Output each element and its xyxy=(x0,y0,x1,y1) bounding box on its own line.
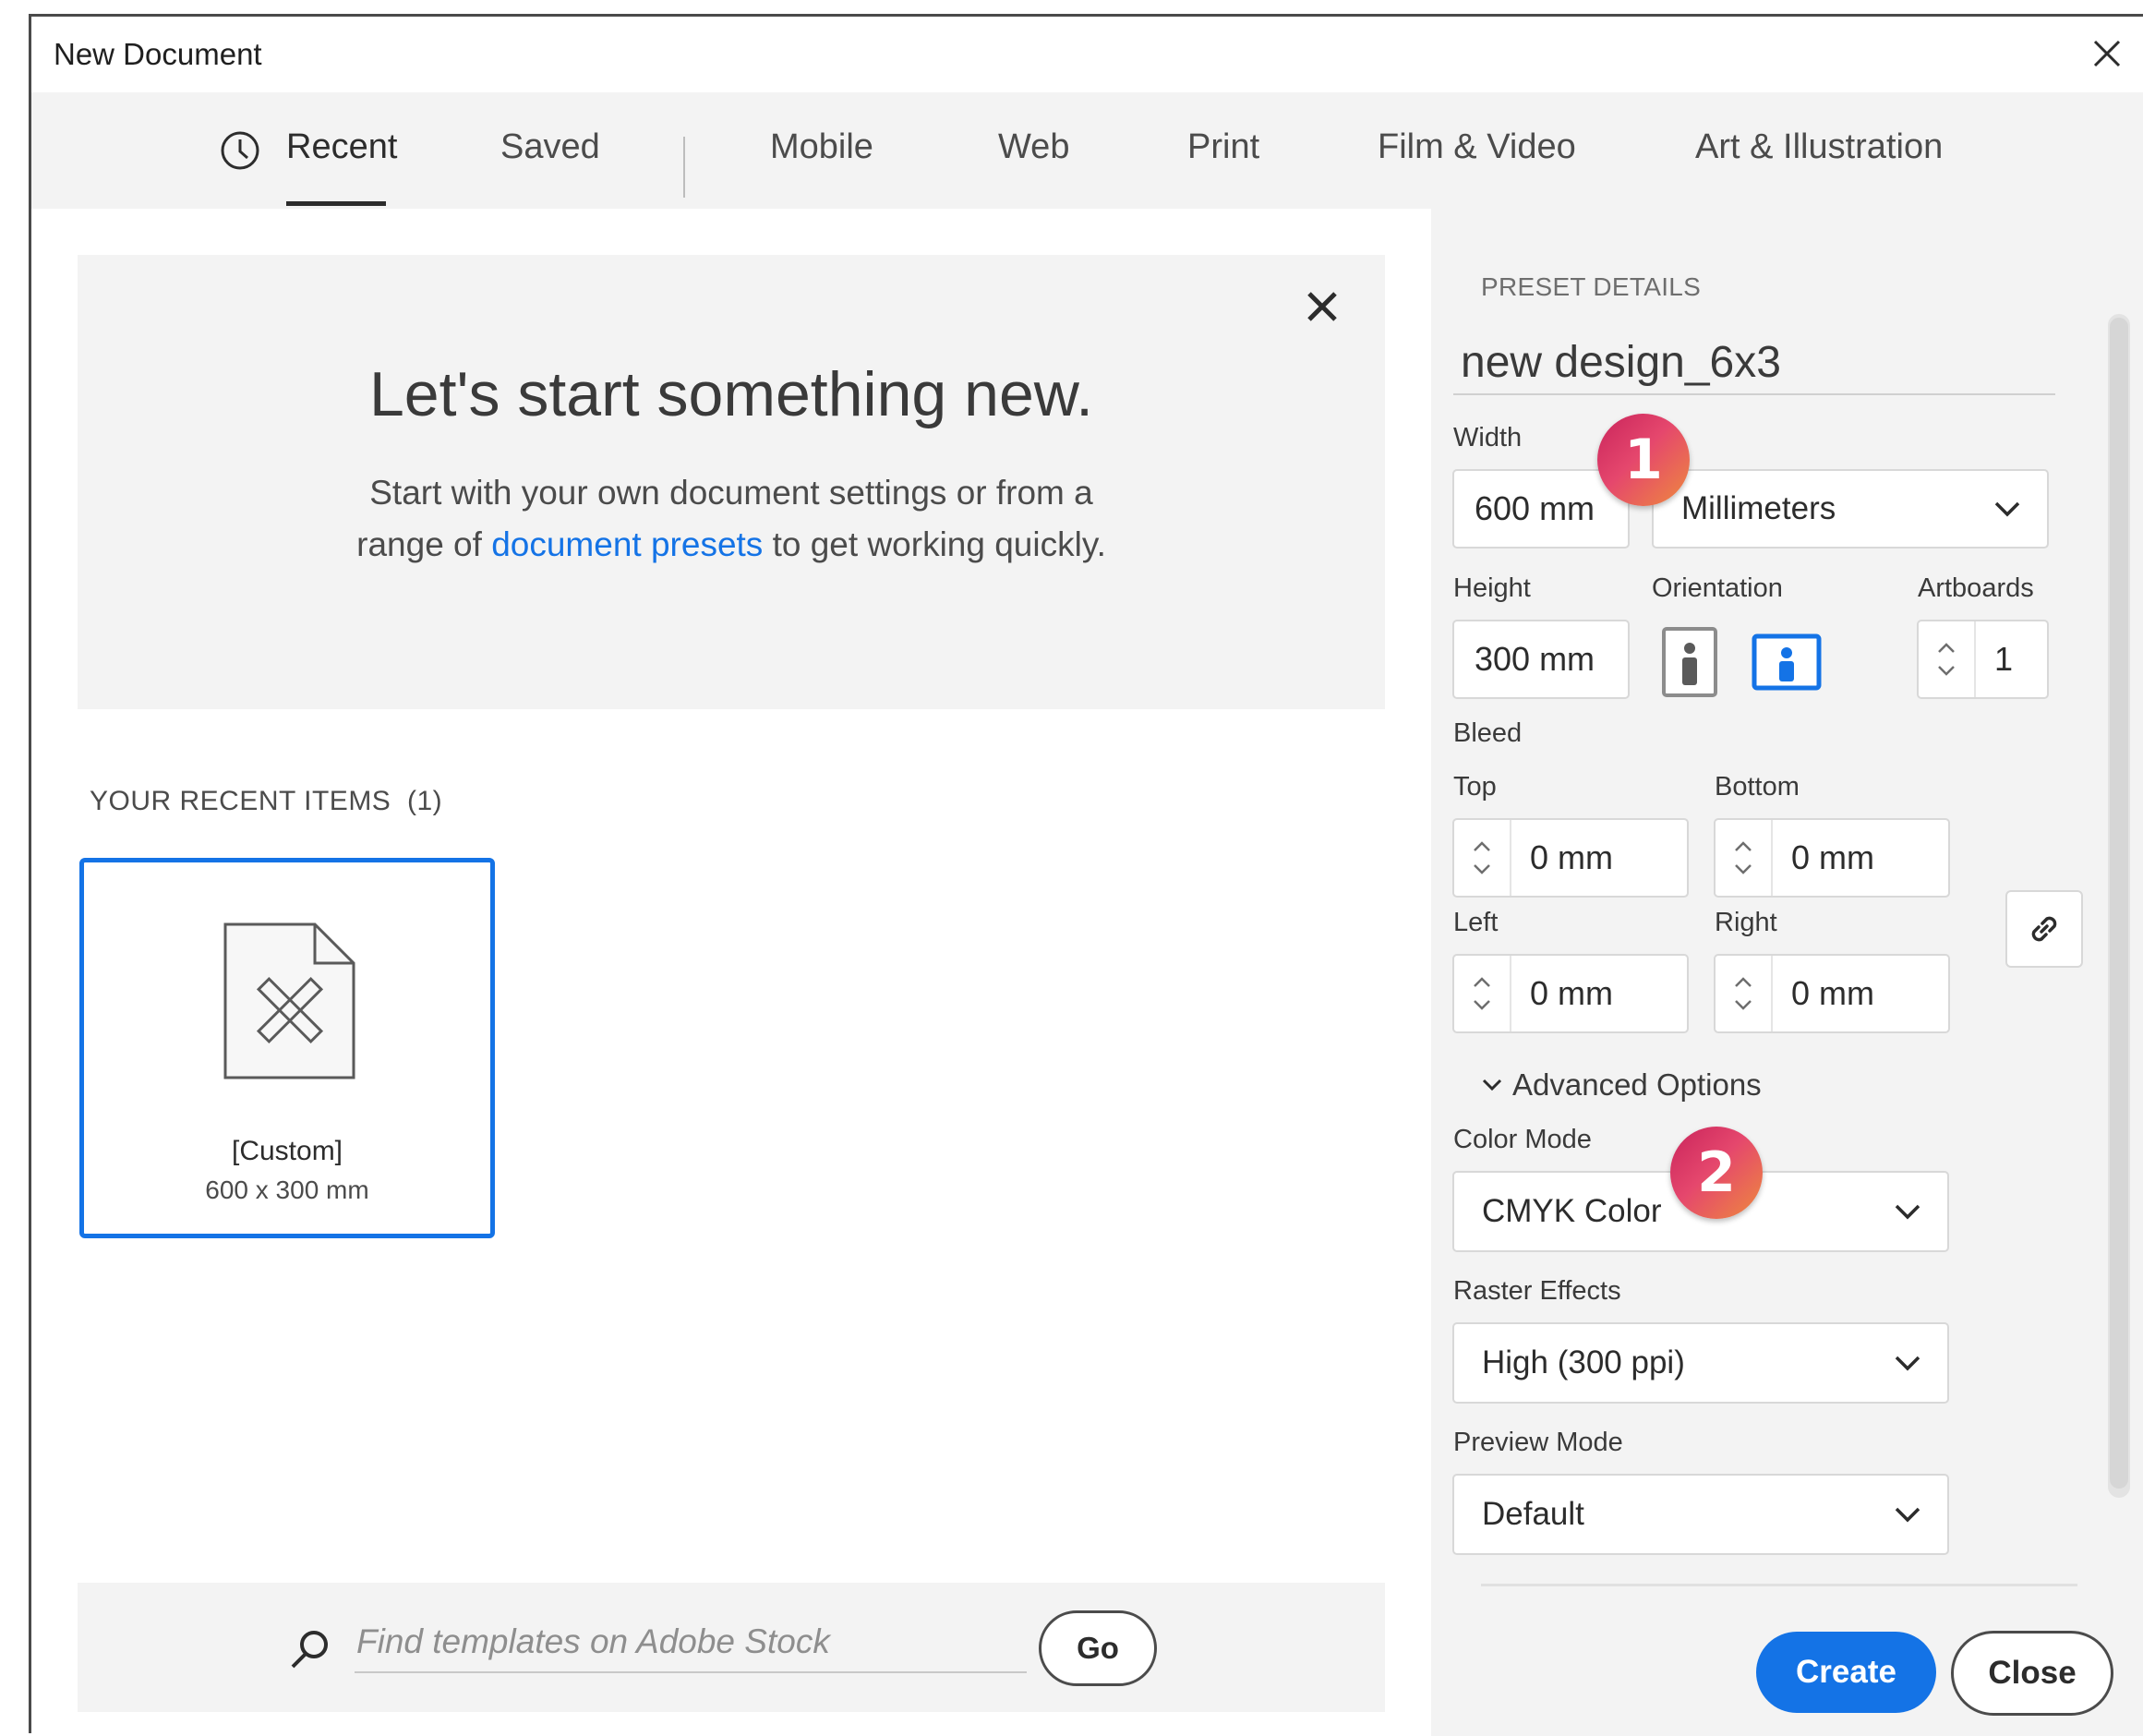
preset-name-input[interactable] xyxy=(1453,331,2055,395)
create-button[interactable]: Create xyxy=(1756,1632,1936,1713)
bleed-left-stepper[interactable]: 0 mm xyxy=(1452,954,1689,1033)
window-title: New Document xyxy=(54,37,262,71)
orientation-label: Orientation xyxy=(1652,573,1783,603)
raster-effects-dropdown[interactable]: High (300 ppi) xyxy=(1452,1322,1949,1404)
bleed-top-label: Top xyxy=(1453,772,1497,802)
height-input[interactable]: 300 mm xyxy=(1452,620,1630,699)
increment-icon[interactable] xyxy=(1936,642,1956,655)
callout-badge-1: 1 xyxy=(1597,414,1690,506)
tab-web[interactable]: Web xyxy=(998,127,1069,167)
height-label: Height xyxy=(1453,573,1531,603)
tab-mobile[interactable]: Mobile xyxy=(770,127,873,167)
window-close-icon[interactable] xyxy=(2081,28,2133,79)
welcome-text: Start with your own document settings or… xyxy=(336,467,1126,571)
decrement-icon[interactable] xyxy=(1733,998,1753,1011)
bleed-top-arrows xyxy=(1454,820,1511,896)
link-icon xyxy=(2031,916,2057,942)
tab-film-video[interactable]: Film & Video xyxy=(1378,127,1576,167)
advanced-options-label: Advanced Options xyxy=(1512,1067,1762,1102)
document-ruler-pencil-icon xyxy=(223,922,355,1079)
tab-recent[interactable]: Recent xyxy=(286,127,397,167)
preview-mode-dropdown[interactable]: Default xyxy=(1452,1474,1949,1555)
bleed-right-arrows xyxy=(1716,956,1773,1031)
increment-icon[interactable] xyxy=(1472,840,1492,853)
bleed-left-arrows xyxy=(1454,956,1511,1031)
chevron-down-icon xyxy=(1895,1356,1920,1371)
artboards-arrows xyxy=(1919,621,1976,697)
clock-icon xyxy=(221,131,259,170)
width-label: Width xyxy=(1453,423,1523,452)
document-presets-link[interactable]: document presets xyxy=(491,525,763,563)
bleed-bottom-value: 0 mm xyxy=(1791,838,1874,876)
advanced-options-toggle[interactable]: Advanced Options xyxy=(1481,1067,1762,1103)
bleed-left-value: 0 mm xyxy=(1530,974,1613,1012)
recent-item-size: 600 x 300 mm xyxy=(205,1175,369,1204)
decrement-icon[interactable] xyxy=(1472,998,1492,1011)
width-value: 600 mm xyxy=(1475,489,1595,527)
tab-art-illustration[interactable]: Art & Illustration xyxy=(1695,127,1943,167)
tab-saved[interactable]: Saved xyxy=(500,127,600,167)
chevron-down-icon xyxy=(1994,501,2020,517)
bleed-left-label: Left xyxy=(1453,908,1499,937)
color-mode-value: CMYK Color xyxy=(1482,1193,1662,1229)
raster-effects-value: High (300 ppi) xyxy=(1482,1344,1685,1380)
bleed-right-stepper[interactable]: 0 mm xyxy=(1714,954,1950,1033)
close-button[interactable]: Close xyxy=(1951,1631,2113,1716)
landscape-orientation-icon[interactable] xyxy=(1752,633,1822,691)
decrement-icon[interactable] xyxy=(1733,862,1753,875)
recent-item-card[interactable]: [Custom] 600 x 300 mm xyxy=(79,858,495,1238)
dismiss-welcome-icon[interactable] xyxy=(1298,283,1346,331)
callout-badge-2: 2 xyxy=(1670,1127,1763,1219)
raster-effects-label: Raster Effects xyxy=(1453,1276,1621,1306)
artboards-stepper[interactable]: 1 xyxy=(1917,620,2049,699)
bleed-bottom-stepper[interactable]: 0 mm xyxy=(1714,818,1950,898)
preset-details-heading: PRESET DETAILS xyxy=(1481,272,1702,301)
artboards-label: Artboards xyxy=(1918,573,2034,603)
bleed-bottom-arrows xyxy=(1716,820,1773,896)
decrement-icon[interactable] xyxy=(1936,664,1956,677)
category-tabs: Recent Saved Mobile Web Print Film & Vid… xyxy=(31,92,2143,209)
panel-scrollbar-thumb[interactable] xyxy=(2110,318,2128,1489)
recent-items-heading: YOUR RECENT ITEMS (1) xyxy=(90,786,442,817)
artboards-value: 1 xyxy=(1994,640,2014,678)
active-tab-indicator xyxy=(286,201,386,206)
height-value: 300 mm xyxy=(1475,640,1595,678)
portrait-orientation-icon[interactable] xyxy=(1661,626,1718,698)
units-value: Millimeters xyxy=(1681,490,1836,526)
bleed-label: Bleed xyxy=(1453,718,1523,748)
search-icon xyxy=(291,1631,328,1669)
welcome-title: Let's start something new. xyxy=(368,359,1094,429)
increment-icon[interactable] xyxy=(1733,840,1753,853)
bleed-top-stepper[interactable]: 0 mm xyxy=(1452,818,1689,898)
preview-mode-value: Default xyxy=(1482,1496,1584,1532)
go-button[interactable]: Go xyxy=(1039,1610,1157,1686)
bleed-right-value: 0 mm xyxy=(1791,974,1874,1012)
stock-search-input[interactable] xyxy=(355,1612,1027,1673)
panel-footer-divider xyxy=(1481,1584,2077,1586)
increment-icon[interactable] xyxy=(1733,976,1753,989)
new-document-dialog: New Document Recent Saved Mobile Web Pri… xyxy=(29,14,2143,1736)
units-dropdown[interactable]: Millimeters xyxy=(1652,469,2049,549)
bleed-bottom-label: Bottom xyxy=(1715,772,1800,802)
increment-icon[interactable] xyxy=(1472,976,1492,989)
decrement-icon[interactable] xyxy=(1472,862,1492,875)
recent-item-name: [Custom] xyxy=(231,1136,343,1166)
bleed-right-label: Right xyxy=(1715,908,1777,937)
bleed-top-value: 0 mm xyxy=(1530,838,1613,876)
tab-print[interactable]: Print xyxy=(1187,127,1259,167)
recent-count: (1) xyxy=(406,786,443,816)
chevron-down-icon xyxy=(1895,1204,1920,1220)
link-bleed-button[interactable] xyxy=(2005,890,2083,968)
chevron-down-icon xyxy=(1482,1079,1502,1091)
preview-mode-label: Preview Mode xyxy=(1453,1428,1623,1457)
tab-divider xyxy=(683,137,685,198)
welcome-text-end: to get working quickly. xyxy=(763,525,1106,563)
recent-heading-label: YOUR RECENT ITEMS xyxy=(90,786,391,816)
color-mode-label: Color Mode xyxy=(1453,1125,1592,1154)
chevron-down-icon xyxy=(1895,1507,1920,1523)
